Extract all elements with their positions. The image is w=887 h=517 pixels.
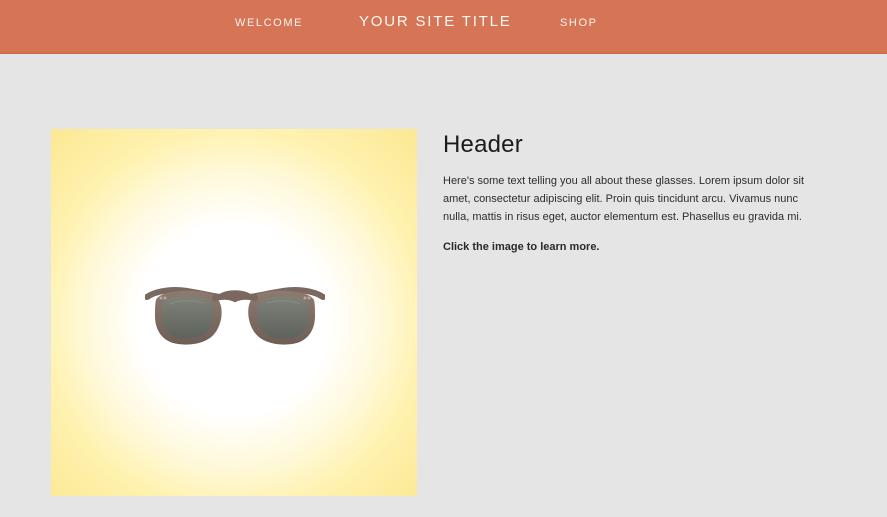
sunglasses-icon xyxy=(145,287,325,345)
product-copy: Header Here's some text telling you all … xyxy=(443,131,815,256)
nav-welcome-link[interactable]: Welcome xyxy=(235,17,303,29)
learn-more-instruction: Click the image to learn more. xyxy=(443,241,600,253)
nav-shop-link[interactable]: Shop xyxy=(560,17,598,29)
product-description: Here's some text telling you all about t… xyxy=(443,175,804,223)
top-navigation-bar: Welcome Your Site Title Shop xyxy=(0,0,887,54)
site-title-link[interactable]: Your Site Title xyxy=(359,13,512,30)
section-header: Header xyxy=(443,131,523,158)
sunglasses-product-image[interactable] xyxy=(51,129,417,496)
